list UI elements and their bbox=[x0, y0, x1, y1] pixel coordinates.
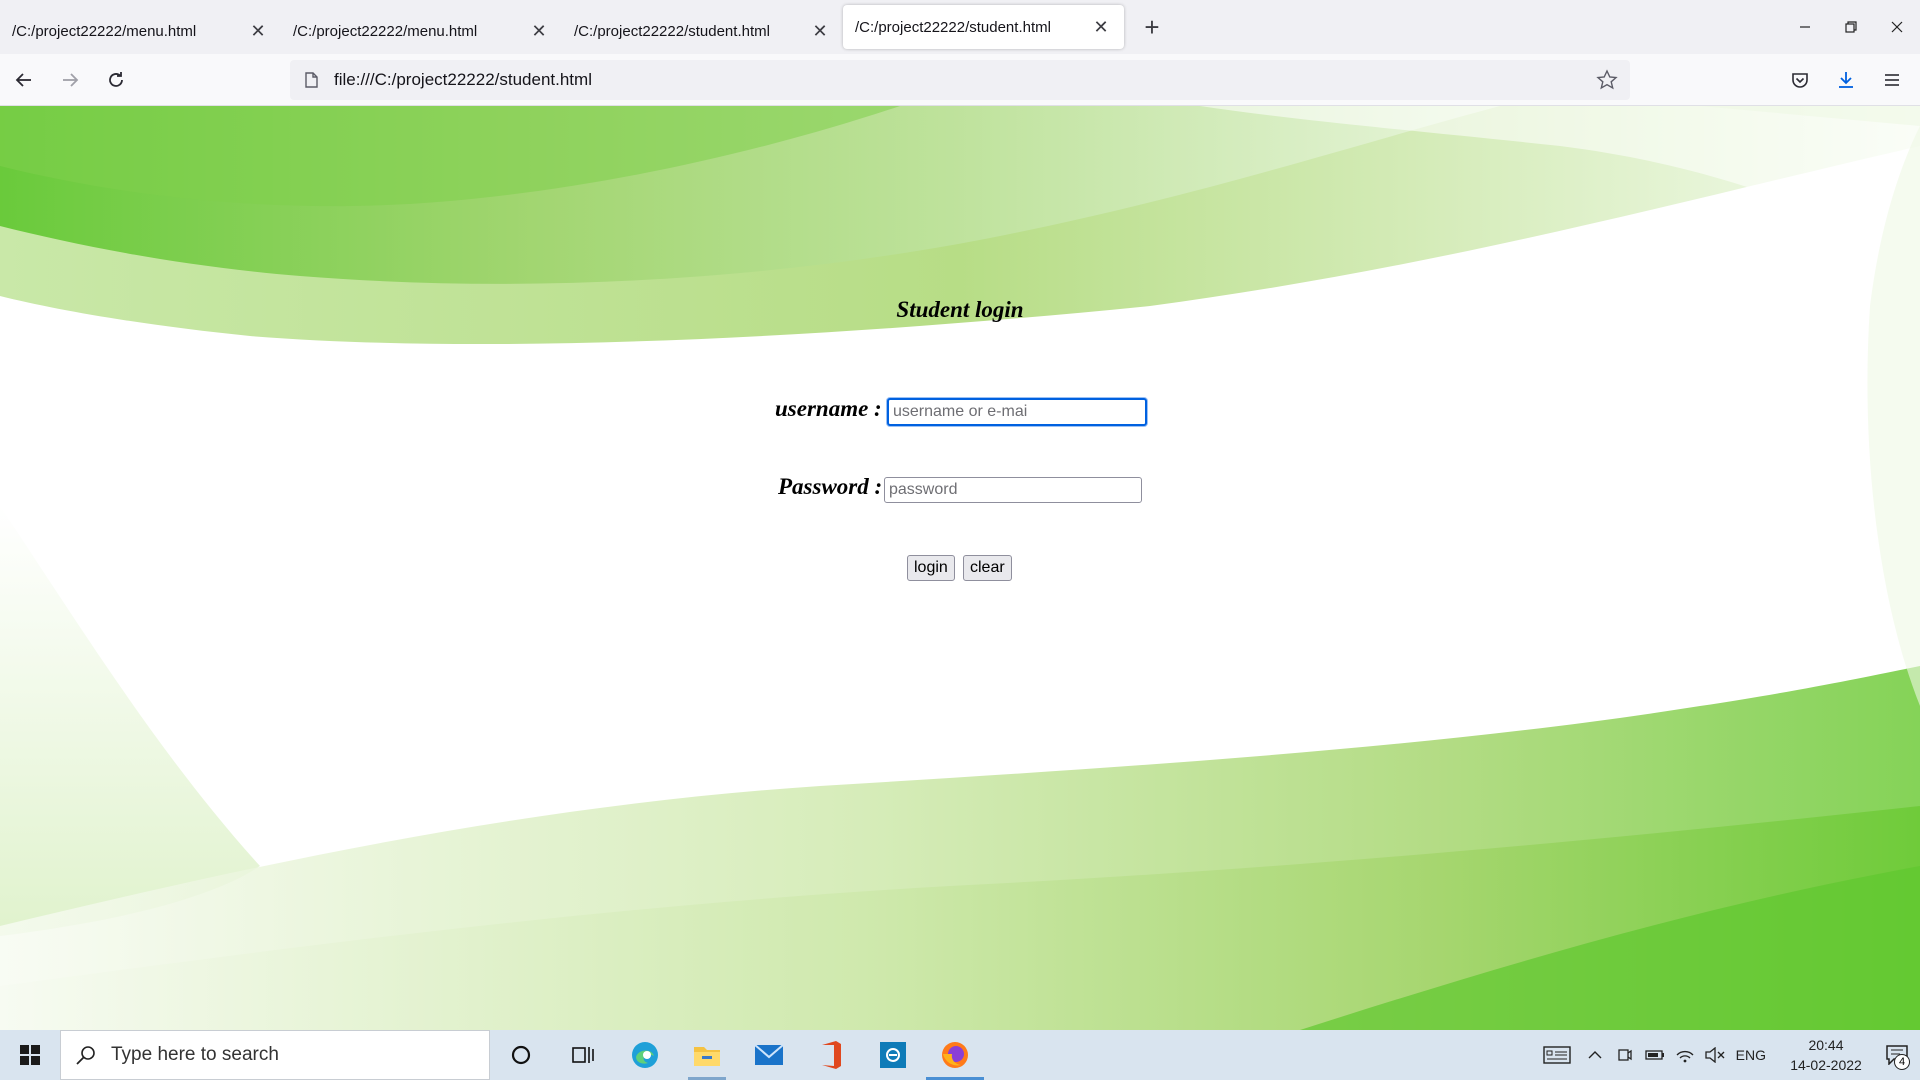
page-title: Student login bbox=[896, 297, 1024, 322]
tab-title: /C:/project22222/menu.html bbox=[12, 22, 197, 40]
hamburger-menu-icon[interactable] bbox=[1870, 60, 1914, 100]
username-input[interactable] bbox=[887, 398, 1147, 426]
tab-menu-1[interactable]: /C:/project22222/menu.html ✕ bbox=[0, 8, 281, 54]
tab-title: /C:/project22222/menu.html bbox=[293, 22, 478, 40]
mail-icon[interactable] bbox=[738, 1030, 800, 1080]
pocket-icon[interactable] bbox=[1778, 60, 1822, 100]
clock[interactable]: 20:44 14-02-2022 bbox=[1778, 1035, 1874, 1075]
password-input[interactable] bbox=[884, 477, 1142, 503]
system-tray: ENG 20:44 14-02-2022 4 bbox=[1534, 1030, 1920, 1080]
bookmark-star-icon[interactable] bbox=[1596, 69, 1618, 91]
tab-strip: /C:/project22222/menu.html ✕ /C:/project… bbox=[0, 0, 1920, 54]
close-icon[interactable]: ✕ bbox=[528, 20, 550, 42]
volume-muted-icon[interactable] bbox=[1700, 1030, 1730, 1080]
window-close-icon[interactable] bbox=[1874, 0, 1920, 54]
reload-icon[interactable] bbox=[94, 60, 138, 100]
tab-menu-2[interactable]: /C:/project22222/menu.html ✕ bbox=[281, 8, 562, 54]
navigation-bar: file:///C:/project22222/student.html bbox=[0, 54, 1920, 106]
password-label: Password : bbox=[778, 474, 883, 499]
chevron-up-icon[interactable] bbox=[1580, 1030, 1610, 1080]
close-icon[interactable]: ✕ bbox=[247, 20, 269, 42]
language-indicator[interactable]: ENG bbox=[1730, 1047, 1778, 1063]
address-bar[interactable]: file:///C:/project22222/student.html bbox=[290, 60, 1630, 100]
close-icon[interactable]: ✕ bbox=[1090, 16, 1112, 38]
tab-student-1[interactable]: /C:/project22222/student.html ✕ bbox=[562, 8, 843, 54]
tab-student-active[interactable]: /C:/project22222/student.html ✕ bbox=[843, 5, 1124, 49]
file-explorer-icon[interactable] bbox=[676, 1030, 738, 1080]
login-button[interactable]: login bbox=[907, 555, 955, 581]
minimize-icon[interactable] bbox=[1782, 0, 1828, 54]
tab-title: /C:/project22222/student.html bbox=[574, 22, 770, 40]
new-tab-plus-icon[interactable]: + bbox=[1132, 5, 1172, 49]
window-controls bbox=[1782, 0, 1920, 54]
taskbar-search-box[interactable]: Type here to search bbox=[60, 1030, 490, 1080]
page-icon bbox=[305, 72, 318, 88]
toolbar-right bbox=[1776, 60, 1914, 100]
page-content: Student login username : Password : logi… bbox=[0, 106, 1920, 1030]
close-icon[interactable]: ✕ bbox=[809, 20, 831, 42]
wifi-icon[interactable] bbox=[1670, 1030, 1700, 1080]
notification-count-badge: 4 bbox=[1894, 1054, 1910, 1070]
keyboard-icon[interactable] bbox=[1534, 1030, 1580, 1080]
forward-arrow-icon[interactable] bbox=[48, 60, 92, 100]
office-icon[interactable] bbox=[800, 1030, 862, 1080]
task-view-icon[interactable] bbox=[552, 1030, 614, 1080]
clock-date: 14-02-2022 bbox=[1790, 1057, 1862, 1073]
login-form: Student login username : Password : logi… bbox=[0, 106, 1920, 1030]
windows-start-icon[interactable] bbox=[0, 1030, 60, 1080]
firefox-icon[interactable] bbox=[924, 1030, 986, 1080]
battery-icon[interactable] bbox=[1640, 1030, 1670, 1080]
app-icon[interactable] bbox=[862, 1030, 924, 1080]
edge-browser-icon[interactable] bbox=[614, 1030, 676, 1080]
cortana-icon[interactable] bbox=[490, 1030, 552, 1080]
clear-button[interactable]: clear bbox=[963, 555, 1012, 581]
taskbar: Type here to search ENG 20:44 14-02-2022… bbox=[0, 1030, 1920, 1080]
screen: /C:/project22222/menu.html ✕ /C:/project… bbox=[0, 0, 1920, 1080]
search-icon bbox=[76, 1046, 95, 1065]
notification-icon[interactable]: 4 bbox=[1874, 1030, 1920, 1080]
username-label: username : bbox=[775, 396, 882, 421]
meet-now-icon[interactable] bbox=[1610, 1030, 1640, 1080]
download-icon[interactable] bbox=[1824, 60, 1868, 100]
tab-title: /C:/project22222/student.html bbox=[855, 18, 1051, 36]
search-placeholder: Type here to search bbox=[111, 1044, 279, 1065]
url-text[interactable]: file:///C:/project22222/student.html bbox=[334, 70, 1596, 90]
restore-icon[interactable] bbox=[1828, 0, 1874, 54]
back-arrow-icon[interactable] bbox=[2, 60, 46, 100]
clock-time: 20:44 bbox=[1808, 1037, 1844, 1053]
